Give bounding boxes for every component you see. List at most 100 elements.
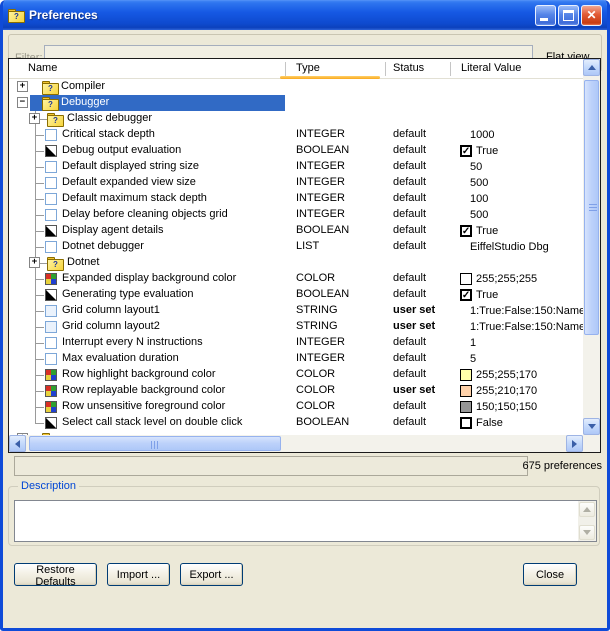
tree-row[interactable]: Grid column layout2STRINGuser set1:True:… xyxy=(9,319,583,335)
pref-type-cell: INTEGER xyxy=(296,352,345,364)
pref-name-label: Dotnet xyxy=(67,256,99,268)
status-field xyxy=(14,456,528,476)
minimize-button[interactable] xyxy=(535,5,556,26)
pref-type-cell: INTEGER xyxy=(296,128,345,140)
tree-row[interactable]: Default maximum stack depthINTEGERdefaul… xyxy=(9,191,583,207)
tree-row[interactable]: Critical stack depth INTEGER default 1000 xyxy=(9,127,583,143)
restore-defaults-button[interactable]: Restore Defaults xyxy=(14,563,97,586)
scroll-up-button[interactable] xyxy=(583,59,600,76)
tree-row[interactable]: Max evaluation durationINTEGERdefault5 xyxy=(9,351,583,367)
pref-status-cell: default xyxy=(393,368,426,380)
tree-line xyxy=(35,215,44,216)
folder-icon xyxy=(42,97,57,109)
color-icon xyxy=(45,273,57,285)
expand-toggle[interactable]: + xyxy=(17,81,28,92)
tree-row[interactable]: Display agent detailsBOOLEANdefault✓True xyxy=(9,223,583,239)
pref-name-label: Dotnet debugger xyxy=(62,240,144,252)
tree-row[interactable]: Debug output evaluationBOOLEANdefault✓Tr… xyxy=(9,143,583,159)
pref-name-label: Display agent details xyxy=(62,224,164,236)
list-icon xyxy=(45,241,57,253)
checkbox-checked-icon[interactable]: ✓ xyxy=(460,225,472,237)
pref-name-label: Delay before cleaning objects grid xyxy=(62,208,228,220)
scroll-right-button[interactable] xyxy=(566,435,583,452)
color-swatch xyxy=(460,401,472,413)
maximize-button[interactable] xyxy=(558,5,579,26)
pref-status-cell: default xyxy=(393,416,426,428)
tree-row[interactable]: +Compiler xyxy=(9,79,583,95)
pref-literal-value: 1000 xyxy=(470,129,494,141)
checkbox-checked-icon[interactable]: ✓ xyxy=(460,289,472,301)
import-button[interactable]: Import ... xyxy=(107,563,170,586)
tree-row[interactable]: Grid column layout1STRINGuser set1:True:… xyxy=(9,303,583,319)
integer-icon xyxy=(45,209,57,221)
tree-line xyxy=(35,247,44,248)
pref-literal-cell: EiffelStudio Dbg xyxy=(460,239,549,255)
pref-name-label: Select call stack level on double click xyxy=(62,416,242,428)
integer-icon xyxy=(45,177,57,189)
pref-literal-value: 255;255;255 xyxy=(476,273,537,285)
scroll-down-button[interactable] xyxy=(583,418,600,435)
pref-literal-cell: 1:True:False:150:Name:2 xyxy=(460,303,583,319)
pref-type-cell: INTEGER xyxy=(296,336,345,348)
tree-row[interactable]: Default expanded view sizeINTEGERdefault… xyxy=(9,175,583,191)
integer-icon xyxy=(45,129,57,141)
checkbox-checked-icon[interactable]: ✓ xyxy=(460,145,472,157)
boolean-icon xyxy=(45,225,57,237)
integer-icon xyxy=(45,161,57,173)
pref-status-cell: default xyxy=(393,128,426,140)
pref-type-cell: INTEGER xyxy=(296,176,345,188)
tree-row[interactable]: +Classic debugger xyxy=(9,111,583,127)
vertical-scrollbar[interactable] xyxy=(583,59,600,435)
tree-row[interactable]: Row highlight background colorCOLORdefau… xyxy=(9,367,583,383)
tree-row[interactable]: Interrupt every N instructionsINTEGERdef… xyxy=(9,335,583,351)
tree-row[interactable]: Select call stack level on double clickB… xyxy=(9,415,583,431)
horizontal-scroll-thumb[interactable] xyxy=(29,436,281,451)
pref-literal-cell: ✓True xyxy=(460,223,498,239)
pref-literal-value: 5 xyxy=(470,353,476,365)
tree-row[interactable]: Default displayed string sizeINTEGERdefa… xyxy=(9,159,583,175)
tree-row[interactable]: −Debugger xyxy=(9,95,583,111)
pref-name-label: Expanded display background color xyxy=(62,272,236,284)
pref-literal-value: 255;210;170 xyxy=(476,385,537,397)
pref-name-label: Critical stack depth xyxy=(62,128,155,140)
pref-literal-cell: ✓True xyxy=(460,143,498,159)
integer-icon xyxy=(45,337,57,349)
tree-row[interactable]: Delay before cleaning objects gridINTEGE… xyxy=(9,207,583,223)
pref-literal-cell: ✓True xyxy=(460,287,498,303)
column-header-literal[interactable]: Literal Value xyxy=(461,62,521,74)
column-header-type[interactable]: Type xyxy=(296,62,320,74)
pref-status-cell: default xyxy=(393,240,426,252)
scroll-left-button[interactable] xyxy=(9,435,26,452)
tree-row[interactable]: Dotnet debuggerLISTdefaultEiffelStudio D… xyxy=(9,239,583,255)
tree-row[interactable]: Generating type evaluationBOOLEANdefault… xyxy=(9,287,583,303)
collapse-toggle[interactable]: − xyxy=(17,97,28,108)
checkbox-unchecked-icon[interactable] xyxy=(460,417,472,429)
pref-literal-value: EiffelStudio Dbg xyxy=(470,241,549,253)
vertical-scroll-thumb[interactable] xyxy=(584,80,599,335)
tree-row[interactable]: Expanded display background colorCOLORde… xyxy=(9,271,583,287)
export-button[interactable]: Export ... xyxy=(180,563,243,586)
column-header-status[interactable]: Status xyxy=(393,62,424,74)
expand-toggle[interactable]: + xyxy=(29,113,40,124)
color-swatch xyxy=(460,385,472,397)
color-icon xyxy=(45,401,57,413)
description-textarea[interactable] xyxy=(15,501,578,541)
maximize-icon xyxy=(563,10,574,21)
pref-status-cell: default xyxy=(393,336,426,348)
expand-toggle[interactable]: + xyxy=(29,257,40,268)
titlebar[interactable]: Preferences ✕ xyxy=(0,0,610,30)
tree-line xyxy=(35,359,44,360)
tree-line xyxy=(35,375,44,376)
tree-row[interactable]: + Dotnet xyxy=(9,255,583,271)
close-dialog-button[interactable]: Close xyxy=(523,563,577,586)
pref-status-cell: default xyxy=(393,224,426,236)
horizontal-scrollbar[interactable] xyxy=(9,435,583,452)
tree-row[interactable]: Row unsensitive foreground colorCOLORdef… xyxy=(9,399,583,415)
close-window-button[interactable]: ✕ xyxy=(581,5,602,26)
preferences-grid: Name Type Status Literal Value +Compiler… xyxy=(8,58,601,453)
column-separator xyxy=(285,62,286,76)
tree-row[interactable]: Row replayable background colorCOLORuser… xyxy=(9,383,583,399)
column-header-name[interactable]: Name xyxy=(28,62,57,74)
pref-literal-cell: 255;255;255 xyxy=(460,271,537,287)
minimize-icon xyxy=(540,18,548,21)
